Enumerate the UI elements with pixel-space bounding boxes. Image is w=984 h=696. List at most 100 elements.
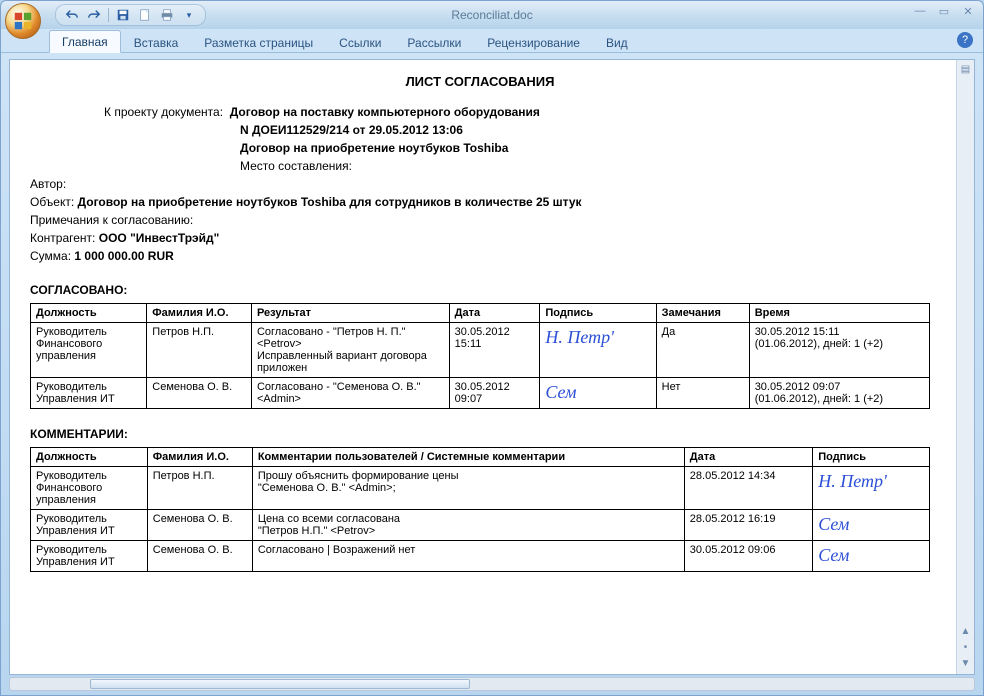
cell-date: 30.05.2012 09:07 (449, 378, 540, 409)
cell-remarks: Нет (656, 378, 749, 409)
cell-signature: Н. Петр' (813, 467, 930, 510)
th-name: Фамилия И.О. (147, 448, 252, 467)
notes-label: Примечания к согласованию: (30, 211, 930, 229)
nav-down-icon[interactable]: ▼ (960, 658, 972, 670)
cell-result: Согласовано - "Петров Н. П." <Petrov> Ис… (251, 323, 449, 378)
th-date: Дата (449, 304, 540, 323)
cell-time: 30.05.2012 09:07 (01.06.2012), дней: 1 (… (749, 378, 929, 409)
window-title: Reconciliat.doc (451, 8, 532, 22)
tab-view[interactable]: Вид (593, 31, 641, 53)
table-row: Руководитель Управления ИТ Семенова О. В… (31, 510, 930, 541)
tab-mailings[interactable]: Рассылки (394, 31, 474, 53)
approvals-heading: СОГЛАСОВАНО: (30, 283, 930, 297)
sum-label: Сумма: (30, 249, 71, 263)
document-area[interactable]: ▤ ▲ • ▼ ЛИСТ СОГЛАСОВАНИЯ К проекту доку… (9, 59, 975, 675)
ruler-icon[interactable]: ▤ (960, 64, 972, 76)
undo-icon[interactable] (64, 7, 80, 23)
redo-icon[interactable] (86, 7, 102, 23)
author-label: Автор: (30, 175, 930, 193)
project-name: Договор на поставку компьютерного оборуд… (230, 105, 540, 119)
tab-home[interactable]: Главная (49, 30, 121, 53)
cell-signature: Сем (540, 378, 656, 409)
new-doc-icon[interactable] (137, 7, 153, 23)
project-label: К проекту документа: (104, 105, 223, 119)
horizontal-scrollbar[interactable] (9, 677, 975, 691)
nav-sep-icon: • (960, 642, 972, 654)
th-remarks: Замечания (656, 304, 749, 323)
counterparty-value: ООО "ИнвестТрэйд" (99, 231, 220, 245)
minimize-button[interactable]: — (911, 5, 929, 19)
subject-line: Договор на приобретение ноутбуков Toshib… (30, 139, 930, 157)
document-page: ЛИСТ СОГЛАСОВАНИЯ К проекту документа: Д… (10, 60, 950, 592)
cell-name: Семенова О. В. (147, 510, 252, 541)
office-button[interactable] (5, 3, 41, 39)
save-icon[interactable] (115, 7, 131, 23)
cell-signature: Н. Петр' (540, 323, 656, 378)
comments-table: Должность Фамилия И.О. Комментарии польз… (30, 447, 930, 572)
ribbon-tabs: Главная Вставка Разметка страницы Ссылки… (1, 29, 983, 53)
signature-icon: Сем (818, 544, 924, 566)
comments-heading: КОММЕНТАРИИ: (30, 427, 930, 441)
qat-dropdown-icon[interactable]: ▾ (181, 7, 197, 23)
th-signature: Подпись (540, 304, 656, 323)
titlebar: ▾ Reconciliat.doc — ▭ ✕ (1, 1, 983, 29)
scrollbar-thumb[interactable] (90, 679, 470, 689)
th-comment: Комментарии пользователей / Системные ко… (252, 448, 684, 467)
th-signature: Подпись (813, 448, 930, 467)
table-row: Руководитель Финансового управления Петр… (31, 323, 930, 378)
th-position: Должность (31, 448, 148, 467)
cell-name: Петров Н.П. (147, 323, 252, 378)
th-date: Дата (684, 448, 812, 467)
object-value: Договор на приобретение ноутбуков Toshib… (78, 195, 582, 209)
th-name: Фамилия И.О. (147, 304, 252, 323)
cell-name: Семенова О. В. (147, 541, 252, 572)
meta-block: К проекту документа: Договор на поставку… (30, 103, 930, 265)
cell-comment: Согласовано | Возражений нет (252, 541, 684, 572)
cell-name: Петров Н.П. (147, 467, 252, 510)
print-icon[interactable] (159, 7, 175, 23)
cell-remarks: Да (656, 323, 749, 378)
table-row: Руководитель Управления ИТ Семенова О. В… (31, 541, 930, 572)
approvals-table: Должность Фамилия И.О. Результат Дата По… (30, 303, 930, 409)
help-icon[interactable]: ? (957, 32, 973, 48)
app-window: ▾ Reconciliat.doc — ▭ ✕ Главная Вставка … (0, 0, 984, 696)
side-toolbar: ▤ ▲ • ▼ (956, 60, 974, 674)
cell-position: Руководитель Управления ИТ (31, 510, 148, 541)
cell-comment: Цена со всеми согласована "Петров Н.П." … (252, 510, 684, 541)
signature-icon: Н. Петр' (818, 470, 924, 492)
maximize-button[interactable]: ▭ (935, 5, 953, 19)
cell-date: 30.05.2012 09:06 (684, 541, 812, 572)
table-row: Руководитель Финансового управления Петр… (31, 467, 930, 510)
doc-title: ЛИСТ СОГЛАСОВАНИЯ (30, 74, 930, 89)
place-label: Место составления: (30, 157, 930, 175)
signature-icon: Сем (545, 381, 650, 403)
nav-up-icon[interactable]: ▲ (960, 626, 972, 638)
cell-position: Руководитель Управления ИТ (31, 541, 148, 572)
signature-icon: Н. Петр' (545, 326, 650, 348)
sum-value: 1 000 000.00 RUR (74, 249, 173, 263)
cell-comment: Прошу объяснить формирование цены "Семен… (252, 467, 684, 510)
cell-position: Руководитель Управления ИТ (31, 378, 147, 409)
cell-name: Семенова О. В. (147, 378, 252, 409)
th-time: Время (749, 304, 929, 323)
tab-review[interactable]: Рецензирование (474, 31, 593, 53)
counterparty-label: Контрагент: (30, 231, 95, 245)
quick-access-toolbar: ▾ (55, 4, 206, 26)
cell-date: 28.05.2012 14:34 (684, 467, 812, 510)
cell-signature: Сем (813, 510, 930, 541)
cell-date: 30.05.2012 15:11 (449, 323, 540, 378)
cell-time: 30.05.2012 15:11 (01.06.2012), дней: 1 (… (749, 323, 929, 378)
table-row: Руководитель Управления ИТ Семенова О. В… (31, 378, 930, 409)
tab-pagelayout[interactable]: Разметка страницы (191, 31, 326, 53)
reg-line: N ДОЕИ112529/214 от 29.05.2012 13:06 (30, 121, 930, 139)
object-label: Объект: (30, 195, 74, 209)
th-position: Должность (31, 304, 147, 323)
separator (108, 8, 109, 22)
tab-references[interactable]: Ссылки (326, 31, 394, 53)
cell-date: 28.05.2012 16:19 (684, 510, 812, 541)
cell-result: Согласовано - "Семенова О. В." <Admin> (251, 378, 449, 409)
cell-signature: Сем (813, 541, 930, 572)
tab-insert[interactable]: Вставка (121, 31, 192, 53)
close-button[interactable]: ✕ (959, 5, 977, 19)
th-result: Результат (251, 304, 449, 323)
